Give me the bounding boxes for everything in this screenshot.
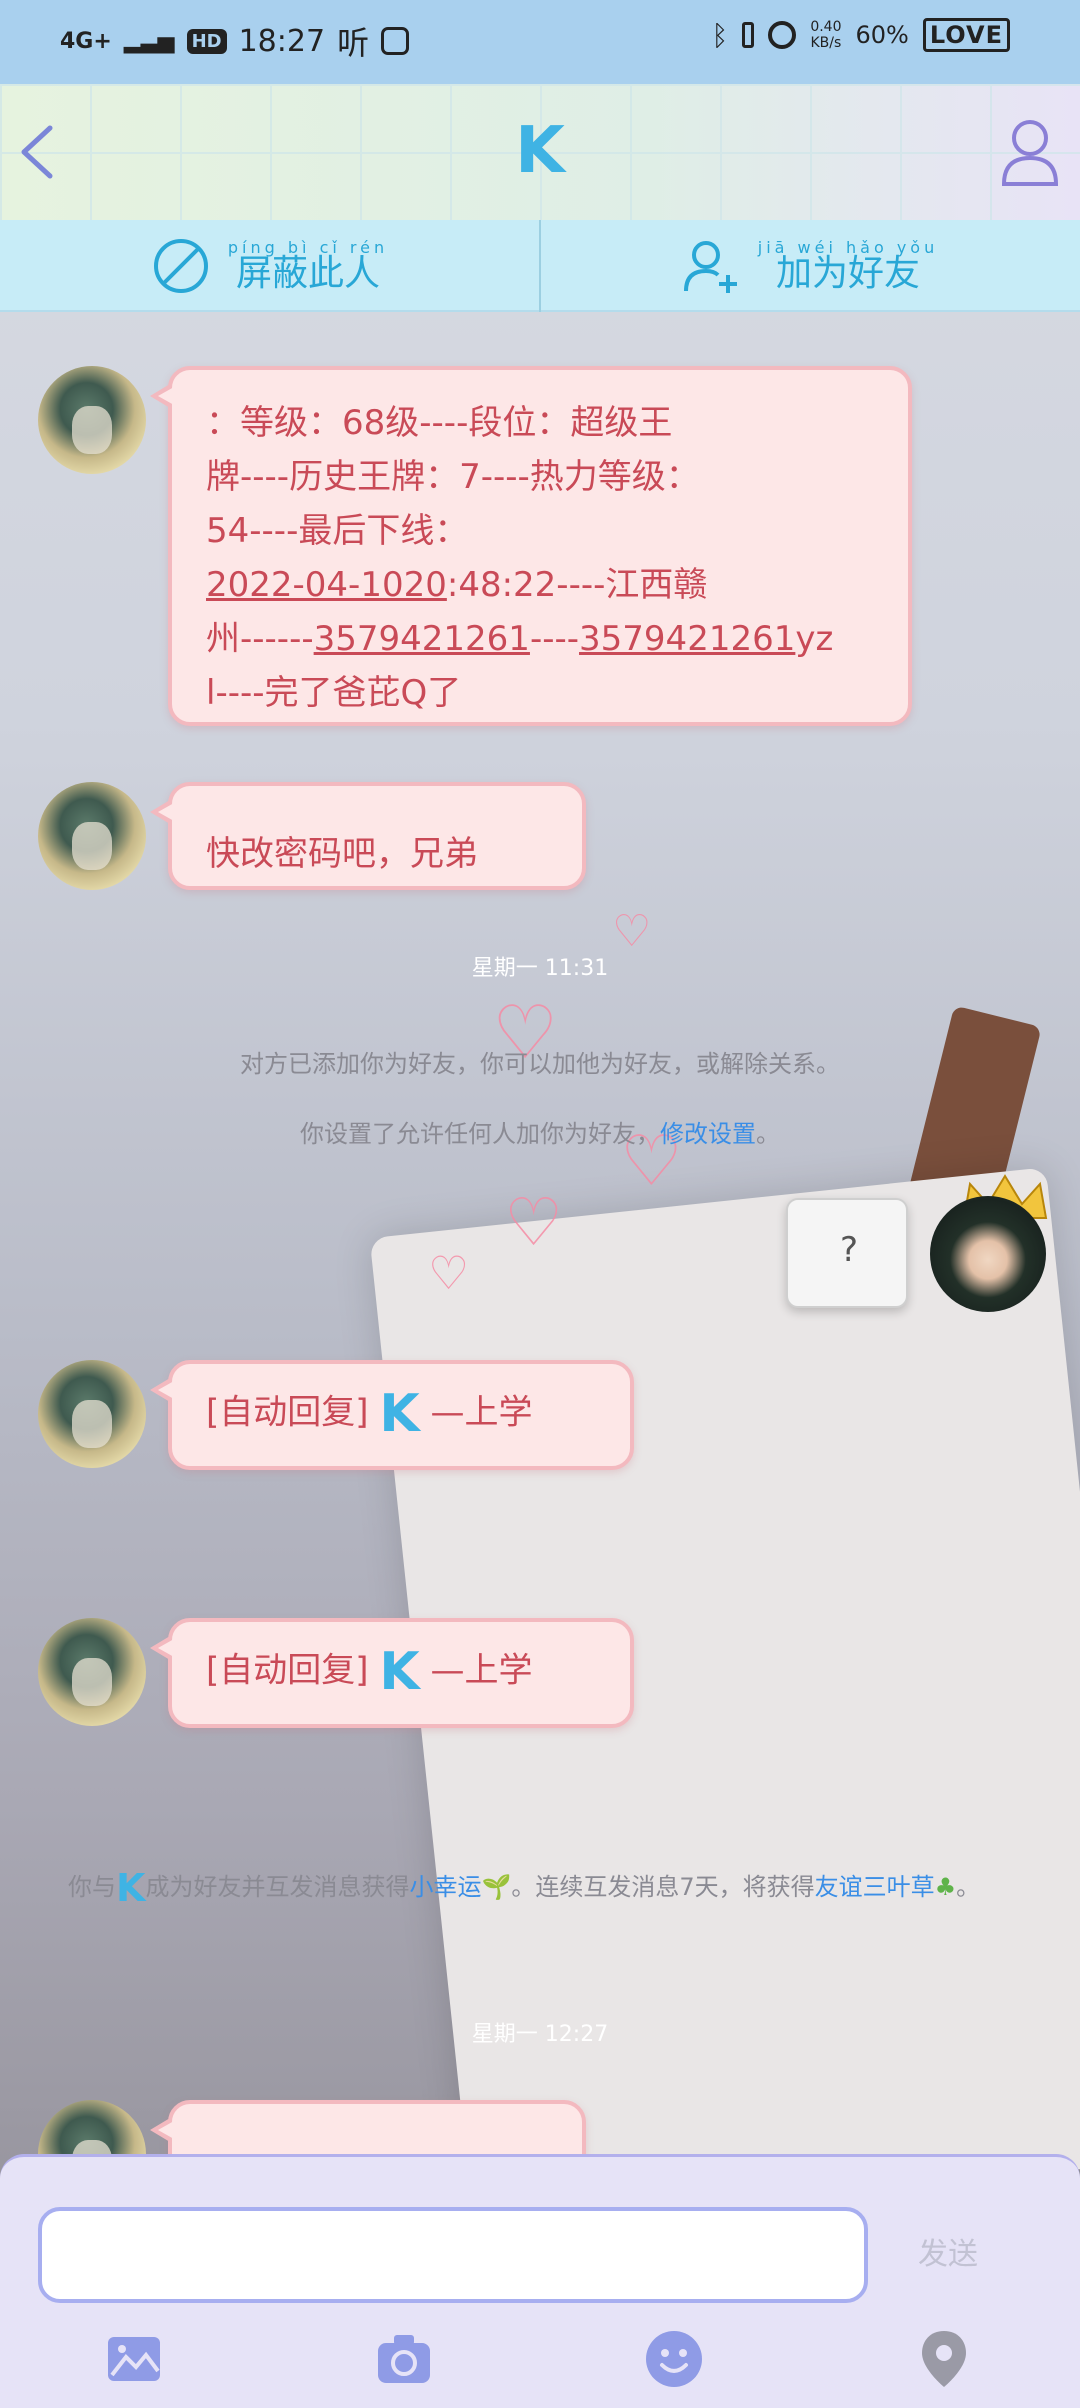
k-mark: K bbox=[116, 1866, 146, 1910]
add-friend-label: jiā wéi hǎo yǒu 加为好友 bbox=[758, 240, 938, 292]
status-bar: 4G+ ▂▃▅ HD 18:27 听 ᛒ 0.40 KB/s 60% LOVE bbox=[0, 0, 1080, 84]
message-text: ---- bbox=[529, 619, 580, 659]
message-line: 州------3579421261----3579421261yz bbox=[206, 612, 882, 666]
profile-icon[interactable] bbox=[998, 116, 1062, 188]
chat-header: K bbox=[0, 84, 1080, 220]
auto-reply-prefix: [自动回复] bbox=[206, 1392, 369, 1433]
my-message-bubble[interactable]: ? bbox=[786, 1198, 908, 1308]
clover-icon: ♣ bbox=[934, 1873, 957, 1901]
network-speed: 0.40 KB/s bbox=[810, 19, 841, 51]
timestamp: 星期一 12:27 bbox=[471, 2022, 609, 2047]
system-message: 你与K成为好友并互发消息获得小幸运🌱。连续互发消息7天，将获得友谊三叶草♣。 bbox=[68, 1866, 1018, 1909]
auto-reply-prefix: [自动回复] bbox=[206, 1650, 369, 1691]
date-link[interactable]: 2022-04-1020 bbox=[206, 565, 447, 605]
vibrate-icon bbox=[742, 22, 755, 48]
number-link[interactable]: 3579421261 bbox=[314, 619, 530, 659]
send-button[interactable]: 发送 bbox=[918, 2229, 978, 2273]
add-friend-text: 加为好友 bbox=[775, 253, 920, 294]
message-text: 快改密码吧，兄弟 bbox=[206, 834, 478, 874]
add-friend-icon bbox=[683, 241, 737, 293]
modify-settings-link[interactable]: 修改设置 bbox=[660, 1120, 756, 1148]
message-text: 州------ bbox=[206, 619, 314, 659]
system-text: 。连续互发消息7天，将获得 bbox=[511, 1873, 815, 1901]
emoji-icon[interactable] bbox=[642, 2327, 706, 2391]
k-mark: K bbox=[379, 1642, 420, 1702]
block-user-label: píng bì cǐ rén 屏蔽此人 bbox=[228, 240, 388, 292]
ting-icon: 听 bbox=[337, 24, 370, 62]
stranger-action-bar: píng bì cǐ rén 屏蔽此人 jiā wéi hǎo yǒu 加为好友 bbox=[0, 220, 1080, 312]
auto-reply-text: —上学 bbox=[430, 1392, 533, 1433]
contact-avatar[interactable] bbox=[38, 782, 146, 890]
contact-avatar[interactable] bbox=[38, 366, 146, 474]
speed-value: 0.40 bbox=[810, 19, 842, 35]
hd-badge: HD bbox=[186, 28, 227, 54]
system-text: 。 bbox=[756, 1120, 780, 1148]
love-badge: LOVE bbox=[922, 18, 1010, 52]
message-line: 牌----历史王牌：7----热力等级： bbox=[206, 457, 700, 497]
signal-icon: ▂▃▅ bbox=[123, 28, 175, 54]
bluetooth-icon: ᛒ bbox=[711, 18, 729, 52]
add-friend-button[interactable]: jiā wéi hǎo yǒu 加为好友 bbox=[540, 220, 1080, 312]
system-text: 。 bbox=[956, 1873, 981, 1901]
location-icon[interactable] bbox=[912, 2327, 976, 2391]
system-message: 你设置了允许任何人加你为好友，修改设置。 bbox=[0, 1114, 1080, 1149]
network-indicator: 4G+ bbox=[60, 28, 112, 54]
system-text: 你设置了允许任何人加你为好友， bbox=[300, 1120, 660, 1148]
battery-level: 60% bbox=[855, 21, 909, 49]
system-message: 对方已添加你为好友，你可以加他为好友，或解除关系。 bbox=[240, 1050, 840, 1078]
heart-decoration-icon: ♡ bbox=[504, 1184, 564, 1261]
block-user-text: 屏蔽此人 bbox=[235, 253, 380, 294]
message-bubble[interactable]: [自动回复] K —上学 bbox=[150, 1360, 634, 1470]
block-icon bbox=[153, 239, 208, 293]
clock: 18:27 bbox=[238, 23, 326, 59]
image-icon[interactable] bbox=[102, 2327, 166, 2391]
timestamp: 星期一 11:31 bbox=[471, 956, 609, 981]
contact-avatar[interactable] bbox=[38, 1360, 146, 1468]
message-line: ：等级：68级----段位：超级王 bbox=[206, 403, 673, 443]
speed-unit: KB/s bbox=[810, 35, 842, 51]
clover-link[interactable]: 友谊三叶草 bbox=[815, 1873, 935, 1901]
message-text: :48:22----江西赣 bbox=[446, 565, 708, 605]
my-avatar[interactable] bbox=[930, 1196, 1046, 1312]
search-badge-icon bbox=[381, 27, 410, 55]
k-mark: K bbox=[379, 1384, 420, 1444]
sprout-icon: 🌱 bbox=[481, 1873, 512, 1901]
message-bubble[interactable]: [自动回复] K —上学 bbox=[150, 1618, 634, 1728]
message-line: 2022-04-1020:48:22----江西赣 bbox=[206, 558, 882, 612]
lucky-link[interactable]: 小幸运 bbox=[409, 1873, 481, 1901]
number-link[interactable]: 3579421261 bbox=[579, 619, 795, 659]
contact-avatar[interactable] bbox=[38, 1618, 146, 1726]
system-text: 成为好友并互发消息获得 bbox=[145, 1873, 410, 1901]
alarm-icon bbox=[768, 21, 797, 49]
system-text: 你与 bbox=[68, 1873, 116, 1901]
message-bubble[interactable]: ：等级：68级----段位：超级王 牌----历史王牌：7----热力等级： 5… bbox=[150, 366, 912, 726]
message-bubble[interactable]: 快改密码吧，兄弟 bbox=[150, 782, 586, 890]
block-user-button[interactable]: píng bì cǐ rén 屏蔽此人 bbox=[0, 220, 540, 312]
message-line: 54----最后下线： bbox=[206, 511, 469, 551]
chat-title: K bbox=[515, 114, 565, 188]
camera-icon[interactable] bbox=[372, 2327, 436, 2391]
message-input[interactable] bbox=[38, 2207, 868, 2303]
my-message-text: ? bbox=[839, 1230, 859, 1270]
heart-decoration-icon: ♡ bbox=[428, 1246, 470, 1300]
message-text: yz bbox=[795, 619, 834, 659]
message-line: l----完了爸芘Q了 bbox=[206, 673, 462, 713]
input-panel: 发送 bbox=[0, 2154, 1080, 2408]
auto-reply-text: —上学 bbox=[430, 1650, 533, 1691]
